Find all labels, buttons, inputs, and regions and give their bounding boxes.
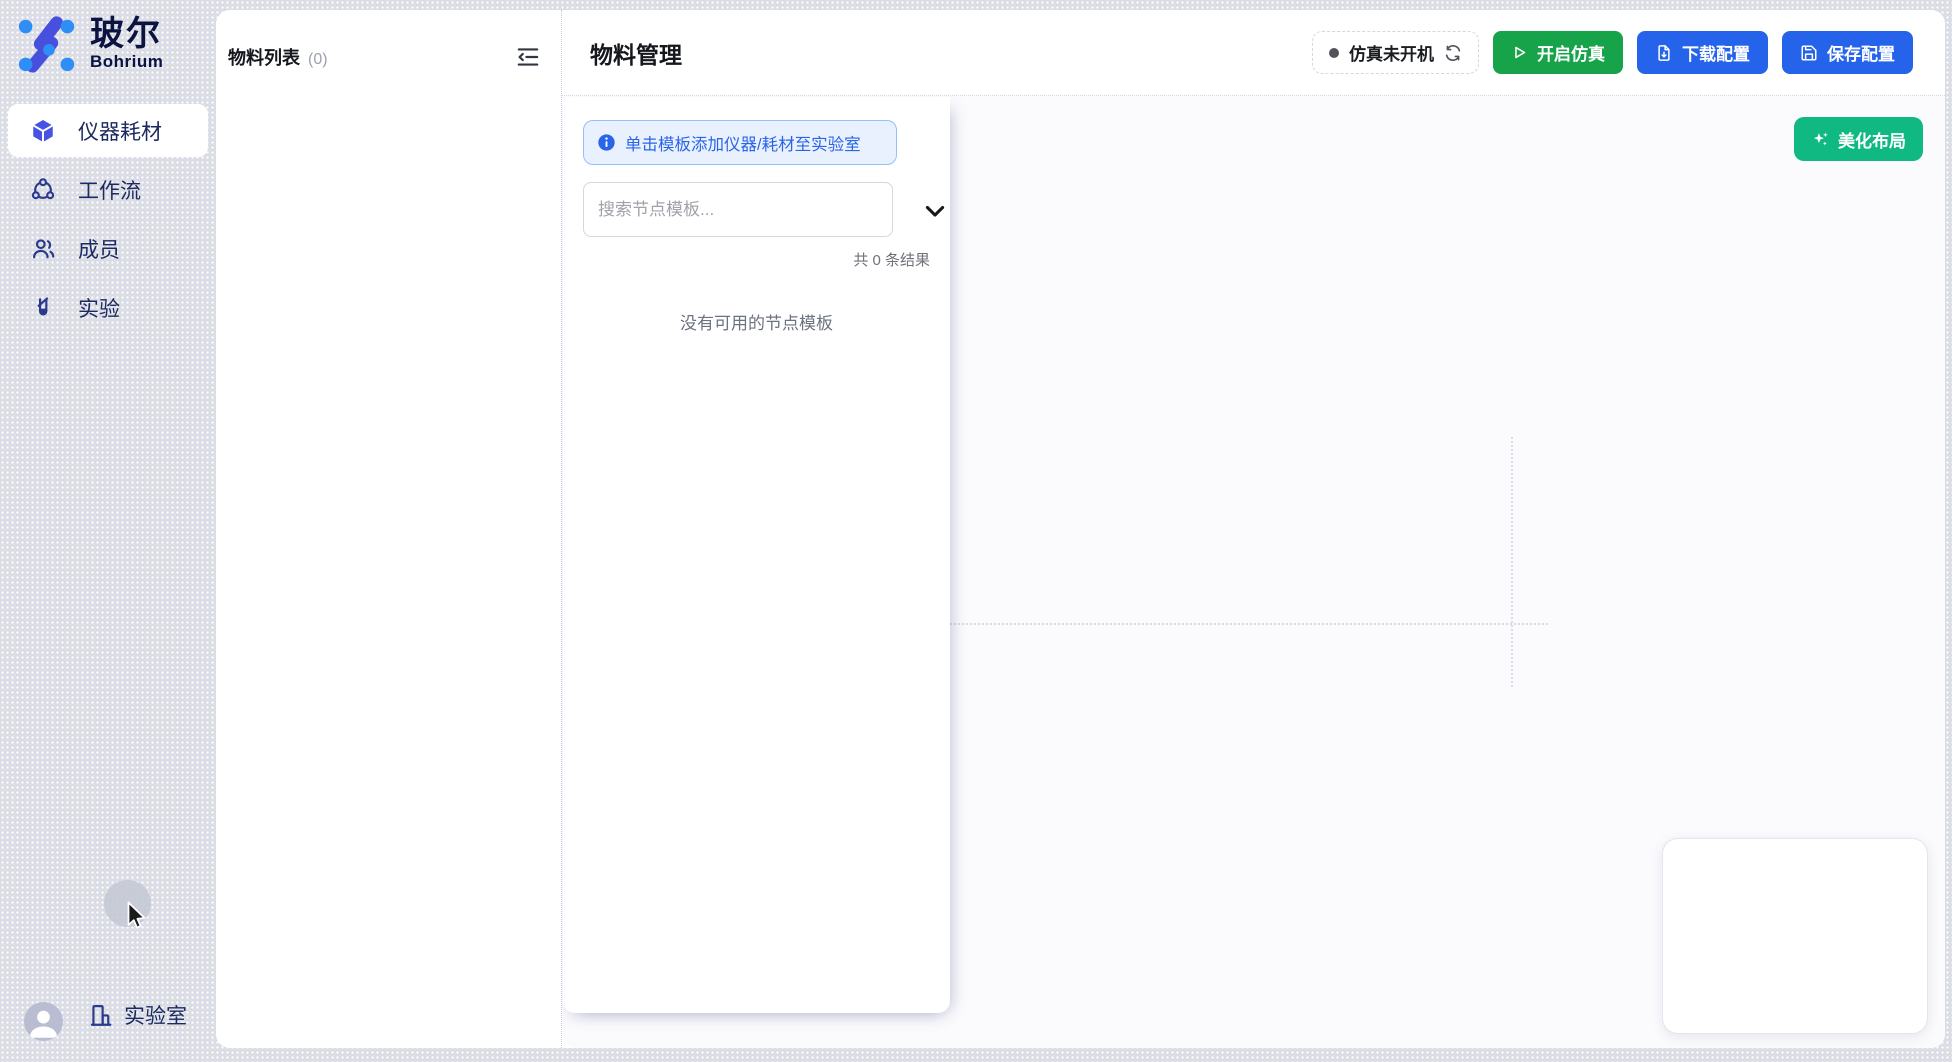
sparkles-icon [1811, 130, 1830, 149]
app-window: 玻尔 Bohrium 仪器耗材 工作流 [0, 0, 1952, 1062]
template-search-input[interactable] [583, 182, 893, 237]
panel-collapse-icon[interactable] [515, 44, 541, 70]
flow-canvas[interactable]: 美化布局 单击模板添加仪器/耗材至实验室 [562, 96, 1945, 1048]
beautify-layout-button[interactable]: 美化布局 [1794, 117, 1923, 161]
sidebar-item-instruments[interactable]: 仪器耗材 [8, 104, 208, 157]
sidebar-item-label: 工作流 [78, 175, 141, 205]
user-avatar-icon [24, 1002, 63, 1041]
sidebar-item-workflow[interactable]: 工作流 [8, 163, 208, 216]
start-simulation-label: 开启仿真 [1537, 40, 1605, 65]
material-list-count: (0) [308, 51, 328, 69]
sidebar-item-label: 仪器耗材 [78, 116, 162, 146]
brand-subname: Bohrium [90, 52, 163, 72]
chevron-down-icon[interactable] [921, 197, 949, 225]
test-tube-icon [30, 295, 56, 321]
header-actions: 仿真未开机 开启仿真 [1312, 31, 1913, 74]
page-title: 物料管理 [590, 36, 682, 70]
material-list-title: 物料列表 [228, 44, 300, 70]
sidebar-item-label: 实验 [78, 293, 120, 323]
save-icon [1800, 44, 1818, 62]
workflow-ring-icon [30, 177, 56, 203]
node-template-panel: 单击模板添加仪器/耗材至实验室 共 0 条结果 没有可用的节点模板 [563, 97, 950, 1013]
file-download-icon [1655, 44, 1673, 62]
brand-name: 玻尔 [90, 16, 163, 52]
simulation-status-pill[interactable]: 仿真未开机 [1312, 31, 1479, 74]
sidebar: 玻尔 Bohrium 仪器耗材 工作流 [0, 0, 216, 1062]
bohrium-logo-icon [14, 12, 80, 76]
template-result-count: 共 0 条结果 [853, 249, 930, 270]
material-list-header: 物料列表 (0) [216, 10, 561, 70]
minimap[interactable] [1662, 838, 1928, 1034]
download-config-label: 下载配置 [1682, 40, 1750, 65]
info-icon [597, 133, 616, 152]
material-list-panel: 物料列表 (0) [216, 10, 562, 1048]
content-container: 物料列表 (0) 物料管理 仿真未开机 [216, 10, 1945, 1048]
download-config-button[interactable]: 下载配置 [1637, 31, 1768, 74]
building-icon [88, 1002, 114, 1028]
sidebar-item-members[interactable]: 成员 [8, 222, 208, 275]
template-empty-text: 没有可用的节点模板 [563, 309, 950, 334]
beautify-layout-label: 美化布局 [1838, 127, 1906, 152]
canvas-guide-vertical [1511, 437, 1513, 687]
template-search-row [583, 182, 935, 237]
brand-logo: 玻尔 Bohrium [14, 12, 163, 76]
cube-icon [30, 118, 56, 144]
template-hint-text: 单击模板添加仪器/耗材至实验室 [625, 131, 861, 155]
sidebar-item-experiments[interactable]: 实验 [8, 281, 208, 334]
sidebar-footer: 实验室 [0, 994, 216, 1050]
status-dot [1329, 48, 1339, 58]
user-avatar[interactable] [24, 1002, 63, 1041]
main-header: 物料管理 仿真未开机 [562, 10, 1945, 96]
simulation-status-label: 仿真未开机 [1349, 40, 1434, 65]
save-config-button[interactable]: 保存配置 [1782, 31, 1913, 74]
canvas-guide-horizontal [950, 623, 1548, 625]
main-area: 物料管理 仿真未开机 [562, 10, 1945, 1048]
save-config-label: 保存配置 [1827, 40, 1895, 65]
sidebar-item-label: 成员 [78, 234, 120, 264]
template-hint-banner: 单击模板添加仪器/耗材至实验室 [583, 120, 897, 165]
lab-label: 实验室 [124, 1000, 187, 1030]
refresh-icon[interactable] [1444, 44, 1462, 62]
members-icon [30, 236, 56, 262]
sidebar-nav: 仪器耗材 工作流 成员 [8, 104, 208, 334]
lab-entry[interactable]: 实验室 [88, 1000, 187, 1030]
start-simulation-button[interactable]: 开启仿真 [1493, 31, 1623, 74]
play-icon [1511, 44, 1528, 61]
